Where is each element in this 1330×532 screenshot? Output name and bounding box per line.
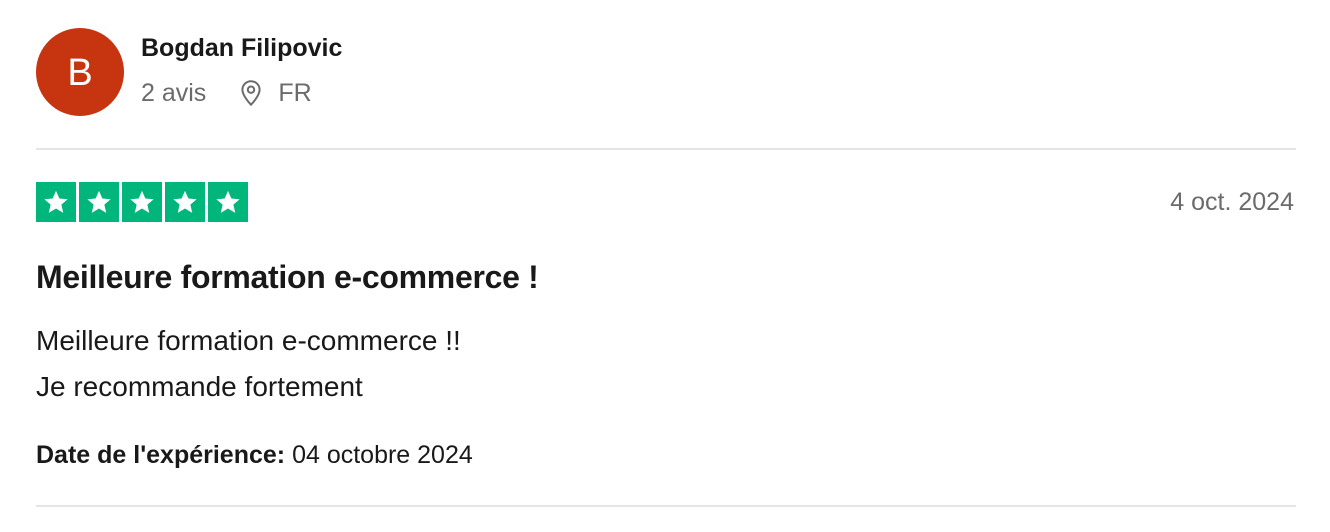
- experience-date-value: 04 octobre 2024: [292, 441, 473, 469]
- star-icon: [165, 182, 205, 222]
- review-date: 4 oct. 2024: [1170, 188, 1294, 216]
- review-card: B Bogdan Filipovic 2 avis FR 4 oct. 2024…: [36, 0, 1296, 532]
- review-body-line: Je recommande fortement: [36, 371, 363, 402]
- star-icon: [36, 182, 76, 222]
- divider: [36, 505, 1296, 507]
- review-title[interactable]: Meilleure formation e-commerce !: [36, 258, 539, 296]
- experience-date: Date de l'expérience: 04 octobre 2024: [36, 440, 473, 470]
- star-icon: [79, 182, 119, 222]
- reviewer-meta: 2 avis FR: [141, 78, 312, 108]
- star-icon: [208, 182, 248, 222]
- reviewer-header: B Bogdan Filipovic 2 avis FR: [36, 28, 342, 116]
- avatar-initial: B: [67, 51, 93, 94]
- avatar[interactable]: B: [36, 28, 124, 116]
- reviewer-name[interactable]: Bogdan Filipovic: [141, 33, 342, 63]
- star-rating: [36, 182, 248, 222]
- reviewer-country: FR: [278, 79, 312, 107]
- review-body-line: Meilleure formation e-commerce !!: [36, 325, 461, 356]
- location-pin-icon: [238, 78, 264, 108]
- experience-date-label: Date de l'expérience:: [36, 441, 286, 469]
- star-icon: [122, 182, 162, 222]
- review-body: Meilleure formation e-commerce !! Je rec…: [36, 318, 461, 410]
- divider: [36, 148, 1296, 150]
- review-count: 2 avis: [141, 79, 207, 107]
